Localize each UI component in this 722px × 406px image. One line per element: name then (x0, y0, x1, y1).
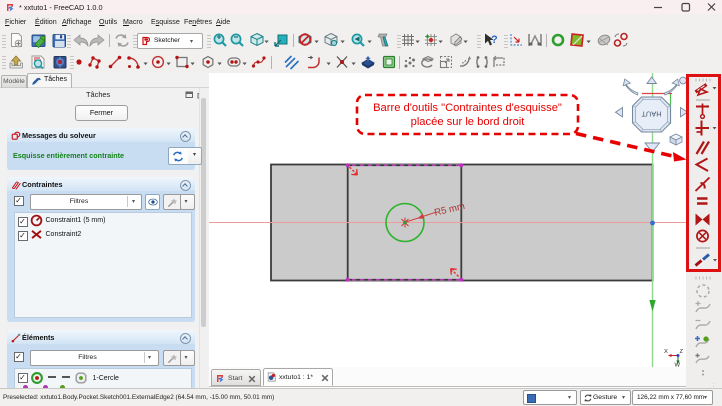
svg-text:Z: Z (680, 349, 684, 355)
svg-text:placée sur le bord droit: placée sur le bord droit (411, 116, 526, 128)
svg-text:?: ? (491, 34, 498, 46)
svg-text:HAUT: HAUT (641, 110, 662, 119)
svg-text:Barre d'outils "Contraintes d': Barre d'outils "Contraintes d'esquisse" (373, 102, 562, 114)
svg-text:X: X (664, 349, 668, 355)
